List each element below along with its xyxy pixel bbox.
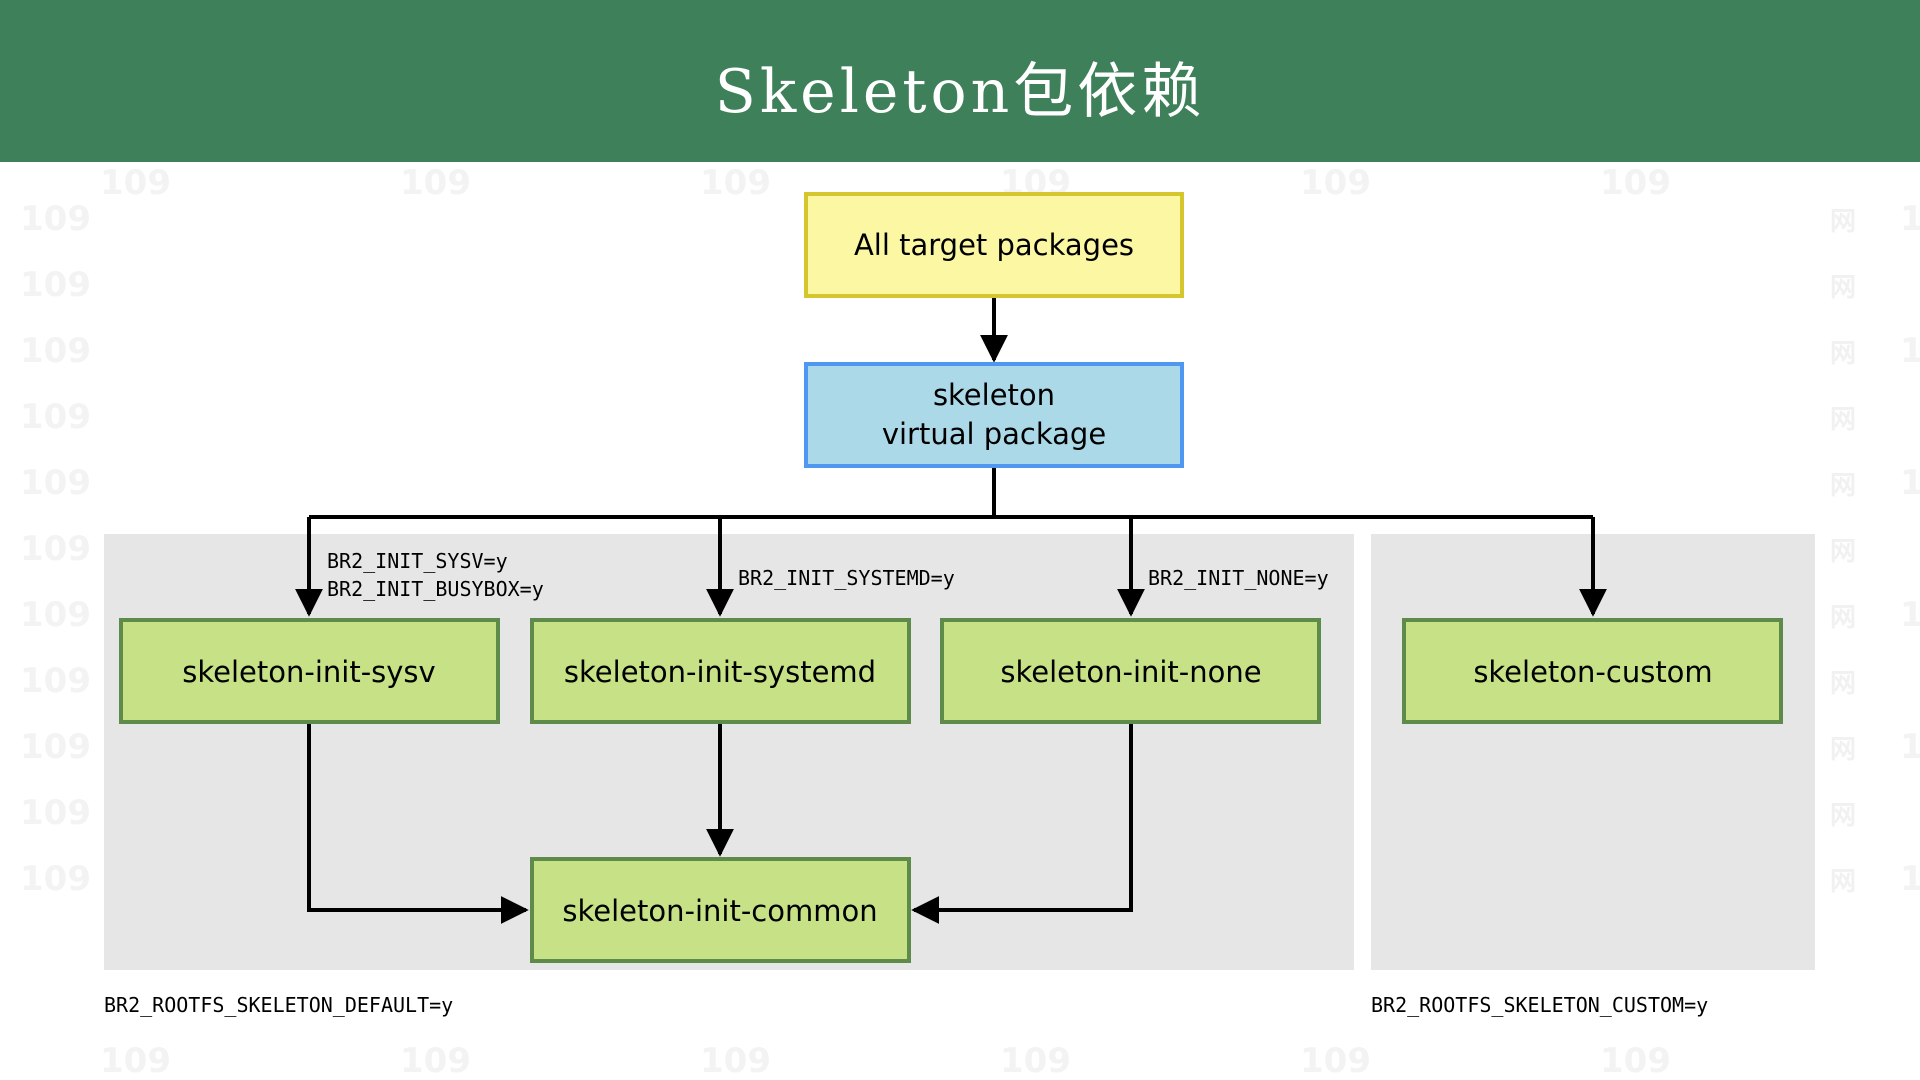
node-skeleton-virtual-package: skeleton virtual package: [804, 362, 1184, 468]
condition-label-busybox: BR2_INIT_BUSYBOX=y: [327, 577, 544, 601]
svg-text:109: 109: [20, 529, 91, 569]
svg-text:109: 109: [1300, 163, 1371, 203]
svg-text:109: 109: [100, 163, 171, 203]
svg-text:109: 109: [400, 1041, 471, 1080]
svg-text:109: 109: [400, 163, 471, 203]
svg-text:1: 1: [1900, 727, 1920, 767]
svg-text:网: 网: [1830, 669, 1856, 699]
node-skeleton-init-systemd: skeleton-init-systemd: [530, 618, 911, 724]
svg-text:109: 109: [20, 199, 91, 239]
svg-text:109: 109: [1000, 1041, 1071, 1080]
svg-text:skeleton: skeleton: [933, 378, 1055, 412]
svg-text:网: 网: [1830, 603, 1856, 633]
svg-text:virtual package: virtual package: [882, 417, 1106, 451]
svg-text:skeleton-init-none: skeleton-init-none: [1000, 655, 1261, 689]
svg-text:1: 1: [1900, 199, 1920, 239]
svg-text:109: 109: [20, 331, 91, 371]
svg-text:All target packages: All target packages: [854, 228, 1134, 262]
node-skeleton-init-common: skeleton-init-common: [530, 857, 911, 963]
svg-text:109: 109: [20, 859, 91, 899]
title-bar: Skeleton包依赖: [0, 0, 1920, 162]
svg-text:网: 网: [1830, 471, 1856, 501]
svg-text:skeleton-init-sysv: skeleton-init-sysv: [182, 655, 435, 689]
diagram-canvas: 109 109 109 109 109 109 109 109 109 109 …: [0, 162, 1920, 1080]
node-skeleton-init-sysv: skeleton-init-sysv: [119, 618, 500, 724]
svg-text:109: 109: [20, 397, 91, 437]
svg-text:109: 109: [1600, 163, 1671, 203]
svg-text:网: 网: [1830, 207, 1856, 237]
svg-text:1: 1: [1900, 331, 1920, 371]
svg-text:109: 109: [100, 1041, 171, 1080]
node-skeleton-init-none: skeleton-init-none: [940, 618, 1321, 724]
svg-text:skeleton-init-common: skeleton-init-common: [562, 894, 877, 928]
svg-text:1: 1: [1900, 859, 1920, 899]
svg-text:网: 网: [1830, 801, 1856, 831]
svg-text:网: 网: [1830, 339, 1856, 369]
svg-text:109: 109: [20, 463, 91, 503]
svg-text:网: 网: [1830, 273, 1856, 303]
svg-text:1: 1: [1900, 463, 1920, 503]
svg-text:网: 网: [1830, 405, 1856, 435]
group-label-custom: BR2_ROOTFS_SKELETON_CUSTOM=y: [1371, 993, 1708, 1017]
svg-text:109: 109: [700, 1041, 771, 1080]
svg-text:skeleton-custom: skeleton-custom: [1473, 655, 1712, 689]
svg-text:109: 109: [1600, 1041, 1671, 1080]
svg-text:网: 网: [1830, 537, 1856, 567]
svg-text:109: 109: [700, 163, 771, 203]
group-label-default: BR2_ROOTFS_SKELETON_DEFAULT=y: [104, 993, 453, 1017]
svg-text:109: 109: [20, 727, 91, 767]
page-title: Skeleton包依赖: [714, 56, 1206, 127]
svg-text:109: 109: [1300, 1041, 1371, 1080]
condition-label-systemd: BR2_INIT_SYSTEMD=y: [738, 566, 955, 590]
svg-text:109: 109: [20, 793, 91, 833]
svg-text:109: 109: [20, 265, 91, 305]
node-all-target-packages: All target packages: [804, 192, 1184, 298]
svg-text:skeleton-init-systemd: skeleton-init-systemd: [564, 655, 876, 689]
svg-text:网: 网: [1830, 867, 1856, 897]
svg-text:网: 网: [1830, 735, 1856, 765]
svg-text:109: 109: [20, 595, 91, 635]
condition-label-sysv: BR2_INIT_SYSV=y: [327, 549, 508, 573]
svg-text:109: 109: [20, 661, 91, 701]
dependency-diagram: 109 109 109 109 109 109 109 109 109 109 …: [20, 163, 1920, 1080]
condition-label-none: BR2_INIT_NONE=y: [1148, 566, 1329, 590]
node-skeleton-custom: skeleton-custom: [1402, 618, 1783, 724]
svg-text:1: 1: [1900, 595, 1920, 635]
